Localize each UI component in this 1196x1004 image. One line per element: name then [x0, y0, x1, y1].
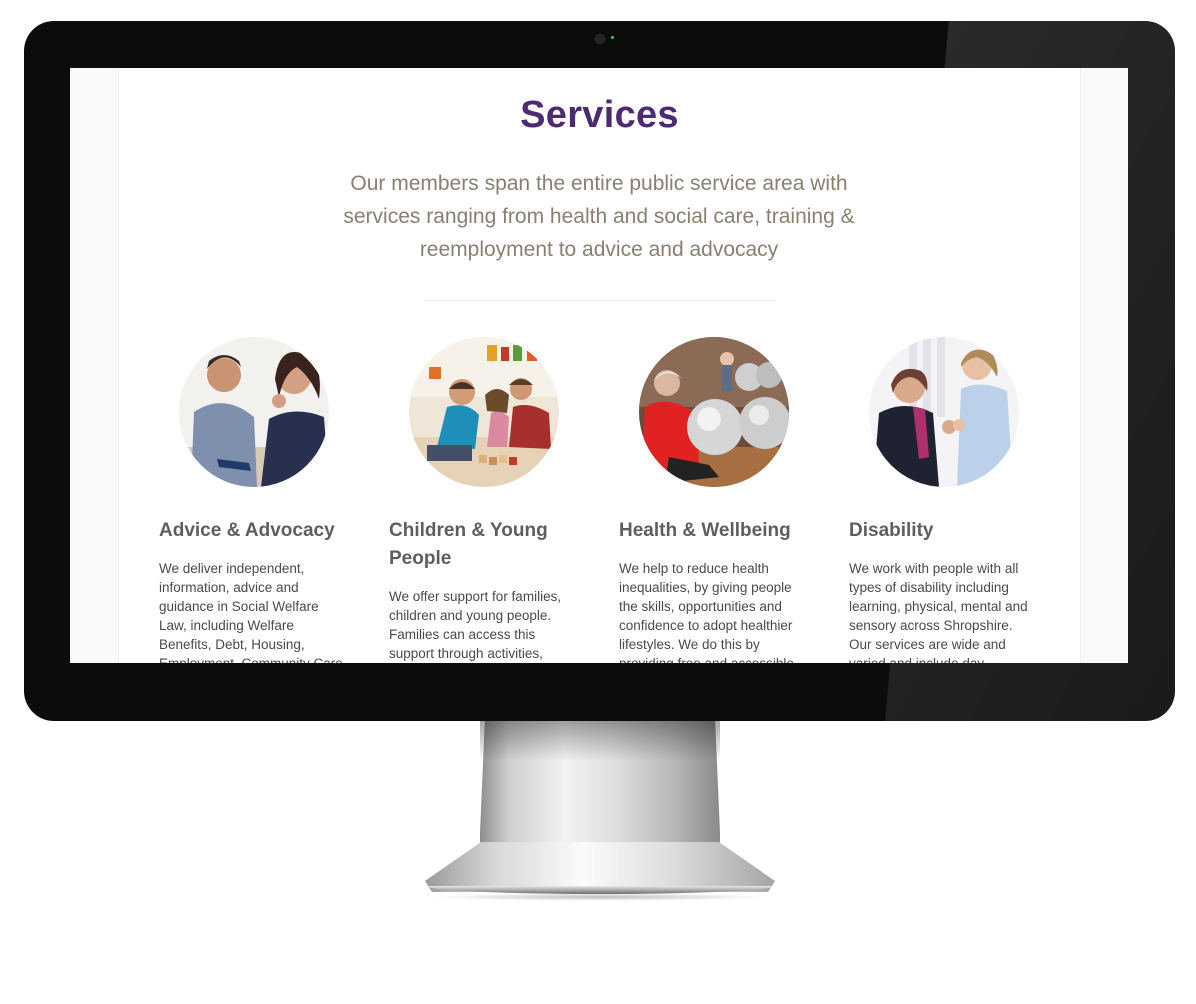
service-heading[interactable]: Disability [849, 517, 1034, 545]
service-description: We work with people with all types of di… [849, 561, 1028, 663]
exercise-balls-class-photo[interactable] [639, 337, 789, 487]
service-heading[interactable]: Advice & Advocacy [159, 517, 344, 545]
service-heading[interactable]: Health & Wellbeing [619, 517, 804, 545]
service-heading[interactable]: Children & Young People [389, 517, 574, 573]
service-description: We offer support for families, children … [389, 589, 562, 661]
service-description: We help to reduce health inequalities, b… [619, 561, 794, 663]
page-title: Services [520, 94, 679, 136]
service-description: We deliver independent, information, adv… [159, 561, 343, 663]
children-playing-blocks-photo[interactable] [409, 337, 559, 487]
two-adults-at-desk-photo[interactable] [179, 337, 329, 487]
carer-with-elderly-woman-photo[interactable] [869, 337, 1019, 487]
webcam-icon [595, 34, 605, 44]
camera-led [611, 36, 614, 39]
stand-floor-shadow [430, 893, 770, 901]
monitor-screen: Services Our members span the entire pub… [70, 68, 1128, 663]
section-divider [425, 300, 775, 301]
stand-shadow [480, 721, 720, 761]
monitor-stand-base [425, 842, 775, 892]
page-intro: Our members span the entire public servi… [343, 172, 855, 261]
services-page: Services Our members span the entire pub… [118, 68, 1081, 663]
